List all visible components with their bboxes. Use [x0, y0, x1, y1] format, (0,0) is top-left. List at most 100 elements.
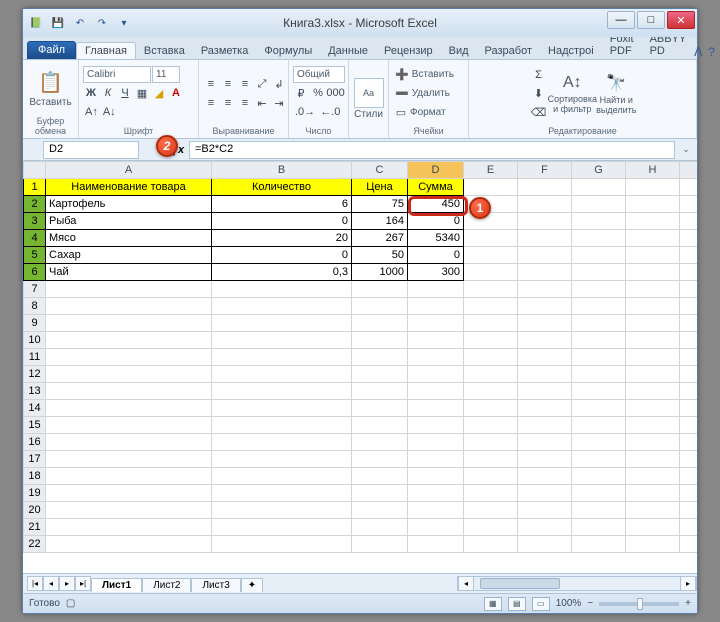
cell[interactable]: 0,3 — [212, 264, 352, 281]
scroll-thumb[interactable] — [480, 578, 560, 589]
select-all-corner[interactable] — [24, 162, 46, 179]
sheet-tab[interactable]: Лист2 — [142, 578, 191, 592]
cell[interactable]: 300 — [408, 264, 464, 281]
tab-insert[interactable]: Вставка — [136, 43, 193, 59]
scroll-left-button[interactable]: ◂ — [458, 576, 474, 591]
cell[interactable]: 267 — [352, 230, 408, 247]
cell[interactable]: Наименование товара — [46, 179, 212, 196]
maximize-button[interactable]: □ — [637, 11, 665, 29]
spreadsheet-grid[interactable]: A B C D E F G H I 1 Наименование товара … — [23, 161, 697, 553]
row-header[interactable]: 4 — [24, 230, 46, 247]
horizontal-scrollbar[interactable]: ◂ ▸ — [457, 576, 697, 591]
close-button[interactable]: ✕ — [667, 11, 695, 29]
row-header[interactable]: 5 — [24, 247, 46, 264]
col-header[interactable]: F — [518, 162, 572, 179]
insert-cells-button[interactable]: Вставить — [412, 69, 454, 80]
cell[interactable]: 0 — [408, 247, 464, 264]
number-format-select[interactable]: Общий — [293, 66, 345, 83]
border-button[interactable]: ▦ — [134, 84, 150, 102]
col-header[interactable]: B — [212, 162, 352, 179]
dec-decimal-button[interactable]: ←.0 — [318, 103, 342, 121]
find-select-button[interactable]: 🔭 Найти и выделить — [596, 73, 636, 115]
inc-decimal-button[interactable]: .0→ — [293, 103, 317, 121]
align-top-button[interactable]: ≡ — [203, 75, 219, 93]
cell[interactable]: Цена — [352, 179, 408, 196]
cell[interactable]: Сумма — [408, 179, 464, 196]
col-header[interactable]: C — [352, 162, 408, 179]
comma-button[interactable]: 000 — [327, 84, 344, 102]
paste-button[interactable]: 📋 Вставить — [31, 70, 71, 108]
scroll-right-button[interactable]: ▸ — [680, 576, 696, 591]
shrink-font-button[interactable]: A↓ — [101, 103, 118, 121]
align-left-button[interactable]: ≡ — [203, 94, 219, 112]
next-sheet-button[interactable]: ▸ — [59, 576, 75, 591]
format-cells-button[interactable]: Формат — [410, 107, 446, 118]
cell[interactable]: 75 — [352, 196, 408, 213]
fill-color-button[interactable]: ◢ — [151, 84, 167, 102]
tab-developer[interactable]: Разработ — [477, 43, 540, 59]
grow-font-button[interactable]: A↑ — [83, 103, 100, 121]
font-size-select[interactable]: 11 — [152, 66, 180, 83]
align-middle-button[interactable]: ≡ — [220, 75, 236, 93]
cell[interactable]: 5340 — [408, 230, 464, 247]
cell[interactable]: Количество — [212, 179, 352, 196]
col-header[interactable]: G — [572, 162, 626, 179]
tab-addins[interactable]: Надстроі — [540, 43, 602, 59]
tab-review[interactable]: Рецензир — [376, 43, 441, 59]
sheet-tab[interactable]: Лист1 — [91, 578, 142, 592]
clear-button[interactable]: ⌫ — [529, 104, 549, 122]
tab-data[interactable]: Данные — [320, 43, 376, 59]
cell[interactable]: Чай — [46, 264, 212, 281]
sort-filter-button[interactable]: A↕ Сортировка и фильтр — [552, 74, 592, 114]
cell[interactable]: 164 — [352, 213, 408, 230]
last-sheet-button[interactable]: ▸| — [75, 576, 91, 591]
align-right-button[interactable]: ≡ — [237, 94, 253, 112]
row-header[interactable]: 6 — [24, 264, 46, 281]
percent-button[interactable]: % — [310, 84, 326, 102]
cell[interactable]: 20 — [212, 230, 352, 247]
fx-button[interactable]: ƒx 2 — [167, 141, 189, 159]
italic-button[interactable]: К — [100, 84, 116, 102]
expand-formula-bar[interactable]: ⌄ — [679, 144, 693, 155]
cell[interactable]: Сахар — [46, 247, 212, 264]
tab-layout[interactable]: Разметка — [193, 43, 257, 59]
qat-dropdown-icon[interactable]: ▾ — [115, 14, 133, 32]
redo-icon[interactable]: ↷ — [93, 14, 111, 32]
new-sheet-button[interactable]: ✦ — [241, 578, 263, 592]
macro-record-icon[interactable]: ▢ — [66, 598, 75, 609]
cell[interactable]: Рыба — [46, 213, 212, 230]
prev-sheet-button[interactable]: ◂ — [43, 576, 59, 591]
row-header[interactable]: 1 — [24, 179, 46, 196]
zoom-out-button[interactable]: − — [587, 598, 593, 609]
indent-inc-button[interactable]: ⇥ — [271, 94, 287, 112]
styles-button[interactable]: Aa — [354, 78, 384, 108]
wrap-text-button[interactable]: ↲ — [271, 75, 287, 93]
undo-icon[interactable]: ↶ — [71, 14, 89, 32]
first-sheet-button[interactable]: |◂ — [27, 576, 43, 591]
delete-cells-button[interactable]: Удалить — [412, 88, 450, 99]
font-name-select[interactable]: Calibri — [83, 66, 151, 83]
col-header[interactable]: E — [464, 162, 518, 179]
minimize-button[interactable]: — — [607, 11, 635, 29]
cell[interactable]: 0 — [212, 247, 352, 264]
tab-formulas[interactable]: Формулы — [256, 43, 320, 59]
tab-home[interactable]: Главная — [76, 42, 136, 59]
autosum-button[interactable]: Σ — [529, 66, 549, 84]
col-header[interactable]: A — [46, 162, 212, 179]
indent-dec-button[interactable]: ⇤ — [254, 94, 270, 112]
row-header[interactable]: 3 — [24, 213, 46, 230]
bold-button[interactable]: Ж — [83, 84, 99, 102]
normal-view-button[interactable]: ▦ — [484, 597, 502, 611]
name-box[interactable]: D2 — [43, 141, 139, 159]
zoom-slider[interactable] — [599, 602, 679, 606]
col-header[interactable]: H — [626, 162, 680, 179]
font-color-button[interactable]: A — [168, 84, 184, 102]
page-break-view-button[interactable]: ▭ — [532, 597, 550, 611]
excel-icon[interactable]: 📗 — [27, 14, 45, 32]
cell[interactable]: 6 — [212, 196, 352, 213]
cell[interactable]: 0 — [212, 213, 352, 230]
save-icon[interactable]: 💾 — [49, 14, 67, 32]
file-tab[interactable]: Файл — [27, 41, 76, 59]
sheet-tab[interactable]: Лист3 — [191, 578, 240, 592]
cell[interactable]: 0 — [408, 213, 464, 230]
